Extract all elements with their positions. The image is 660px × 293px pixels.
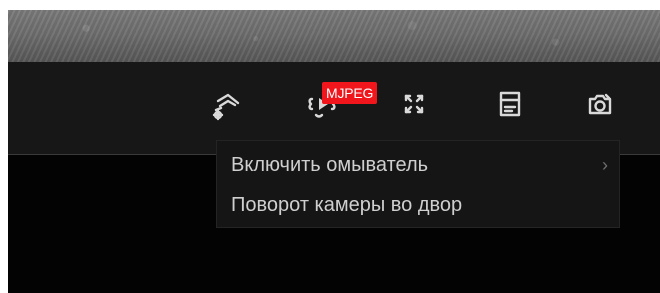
washer-button[interactable]: [202, 82, 250, 126]
menu-item-enable-washer[interactable]: Включить омыватель: [231, 148, 428, 182]
camera-viewer: MJPEG Включить омыватель › Поворот камер…: [8, 10, 660, 293]
menu-item-rotate-camera[interactable]: Поворот камеры во двор: [231, 188, 462, 222]
stream-badge: MJPEG: [322, 82, 378, 104]
camera-snapshot-icon: [588, 93, 612, 115]
fullscreen-button[interactable]: [390, 82, 438, 126]
fullscreen-icon: [404, 94, 424, 114]
video-preview: [8, 10, 660, 62]
chevron-right-icon: ›: [602, 155, 608, 175]
snapshot-button[interactable]: [576, 82, 624, 126]
archive-button[interactable]: [486, 82, 534, 126]
washer-icon: [212, 93, 240, 121]
camera-actions-menu: Включить омыватель › Поворот камеры во д…: [216, 140, 620, 228]
archive-icon: [499, 91, 521, 117]
